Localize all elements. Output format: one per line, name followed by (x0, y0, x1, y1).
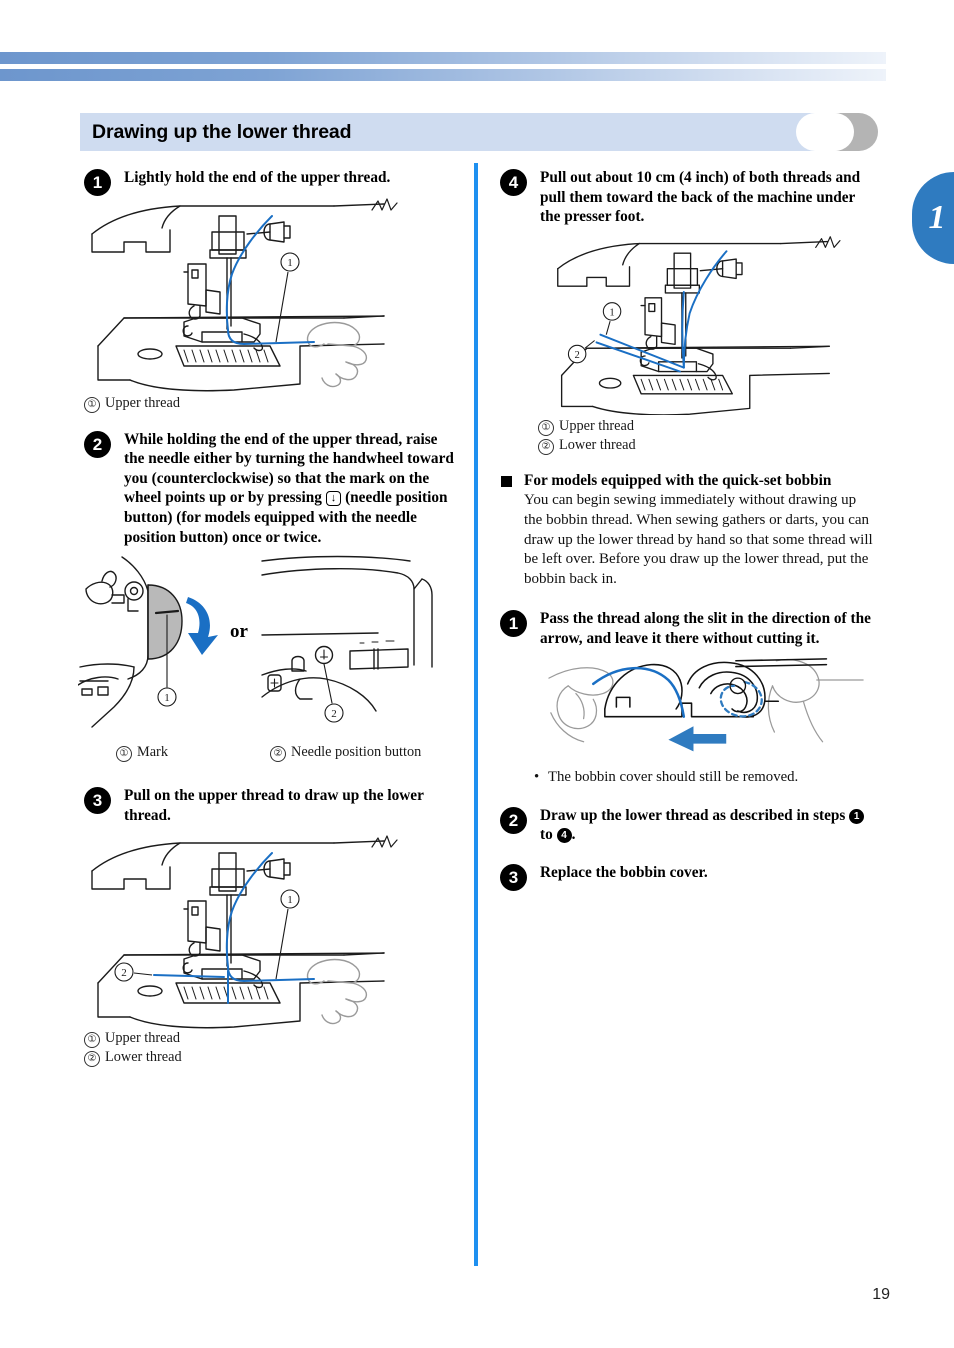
quickset-step-2-text-part1: Draw up the lower thread as described in… (540, 806, 850, 824)
circled-number-1: ① (116, 746, 132, 763)
quickset-step-1-text: Pass the thread along the slit in the di… (540, 610, 871, 647)
step-3: 3 Pull on the upper thread to draw up th… (84, 786, 459, 825)
step-4: 4 Pull out about 10 cm (4 inch) of both … (500, 168, 878, 227)
step-2-text: While holding the end of the upper threa… (124, 430, 459, 548)
circled-number-2: ② (538, 438, 554, 455)
left-column: 1 Lightly hold the end of the upper thre… (78, 168, 459, 1068)
svg-text:2: 2 (574, 350, 579, 361)
figure-bobbin-slit (546, 655, 878, 761)
step-3-badge: 3 (84, 787, 111, 815)
step-1: 1 Lightly hold the end of the upper thre… (84, 168, 459, 196)
quickset-step-2: 2 Draw up the lower thread as described … (500, 806, 878, 845)
caption-label-lower-thread: Lower thread (105, 1049, 182, 1066)
svg-text:2: 2 (121, 967, 127, 979)
figure-step-2-caption-2: ② Needle position button (270, 743, 422, 763)
svg-text:1: 1 (164, 692, 170, 704)
figure-step-1-caption-1: ① Upper thread (84, 394, 459, 413)
top-bar-lower (0, 69, 886, 81)
svg-text:1: 1 (609, 307, 614, 318)
figure-step-2-captions: ① Mark ② Needle position button (84, 743, 459, 765)
caption-label-upper-thread: Upper thread (559, 417, 635, 434)
quickset-step-2-text-part3: . (571, 826, 576, 844)
top-bar-upper (0, 52, 886, 64)
quickset-step-1: 1 Pass the thread along the slit in the … (500, 609, 878, 648)
figure-step-3-caption-2: ② Lower thread (84, 1048, 459, 1068)
quickset-step-2-text-part2: to (540, 826, 557, 844)
figure-step-1-needle-area: 1 (84, 194, 459, 392)
step-4-text: Pull out about 10 cm (4 inch) of both th… (540, 169, 861, 226)
bobbin-cover-note: • The bobbin cover should still be remove… (500, 768, 878, 787)
page-number: 19 (872, 1286, 890, 1303)
figure-step-3-caption-1: ① Upper thread (84, 1029, 459, 1049)
step-3-text: Pull on the upper thread to draw up the … (124, 787, 424, 824)
quickset-step-1-badge: 1 (500, 610, 527, 638)
figure-step-2-caption-1: ① Mark (116, 743, 168, 763)
caption-label-upper-thread: Upper thread (105, 394, 181, 411)
inline-step-badge-4: 4 (556, 828, 572, 844)
figure-step-4-caption-2: ② Lower thread (538, 436, 878, 455)
subsection-heading-text: For models equipped with the quick-set b… (524, 471, 832, 489)
circled-number-1: ① (84, 1032, 100, 1049)
step-4-badge: 4 (500, 169, 527, 196)
page-title: Drawing up the lower thread (92, 121, 352, 143)
heading-band-white-cap (796, 113, 854, 151)
quickset-step-3: 3 Replace the bobbin cover. (500, 863, 878, 891)
svg-text:2: 2 (331, 708, 337, 720)
bobbin-cover-note-text: The bobbin cover should still be removed… (548, 768, 799, 785)
section-heading-band: Drawing up the lower thread (80, 113, 880, 151)
circled-number-1: ① (538, 419, 554, 436)
svg-text:1: 1 (287, 257, 293, 269)
or-label: or (230, 621, 249, 642)
caption-label-lower-thread: Lower thread (559, 436, 636, 453)
quickset-step-3-text: Replace the bobbin cover. (540, 863, 708, 881)
step-2-badge: 2 (84, 430, 111, 458)
needle-position-button-icon: ↓ (325, 491, 342, 507)
figure-step-2-handwheel-and-panel: 1 2 or (78, 555, 459, 743)
circled-number-2: ② (84, 1051, 100, 1068)
quickset-step-2-badge: 2 (500, 806, 527, 834)
step-2: 2 While holding the end of the upper thr… (84, 430, 459, 548)
quickset-step-3-badge: 3 (500, 863, 527, 891)
chapter-tab: 1 (912, 172, 954, 264)
caption-label-upper-thread: Upper thread (105, 1030, 181, 1047)
circled-number-1: ① (84, 396, 100, 413)
quickset-step-2-text: Draw up the lower thread as described in… (540, 806, 878, 845)
circled-number-2: ② (270, 746, 286, 763)
figure-step-4-caption-1: ① Upper thread (538, 417, 878, 436)
chapter-tab-number: 1 (928, 199, 946, 236)
subsection-paragraph: You can begin sewing immediately without… (524, 492, 873, 587)
caption-label-mark: Mark (137, 744, 168, 761)
caption-label-needle-position-button: Needle position button (291, 744, 422, 761)
step-1-text: Lightly hold the end of the upper thread… (124, 169, 391, 186)
figure-step-4-needle-area: 1 2 (550, 233, 878, 415)
step-1-badge: 1 (84, 169, 111, 196)
right-column: 4 Pull out about 10 cm (4 inch) of both … (500, 168, 878, 891)
bullet-dot-icon: • (534, 768, 540, 785)
inline-step-badge-1: 1 (849, 808, 865, 824)
subsection-heading: For models equipped with the quick-set b… (500, 471, 878, 491)
square-bullet-icon (501, 475, 512, 487)
column-divider (474, 163, 478, 1266)
svg-text:1: 1 (287, 894, 293, 906)
top-decorative-bars (0, 52, 886, 82)
figure-step-3-needle-area: 1 2 (84, 831, 459, 1029)
